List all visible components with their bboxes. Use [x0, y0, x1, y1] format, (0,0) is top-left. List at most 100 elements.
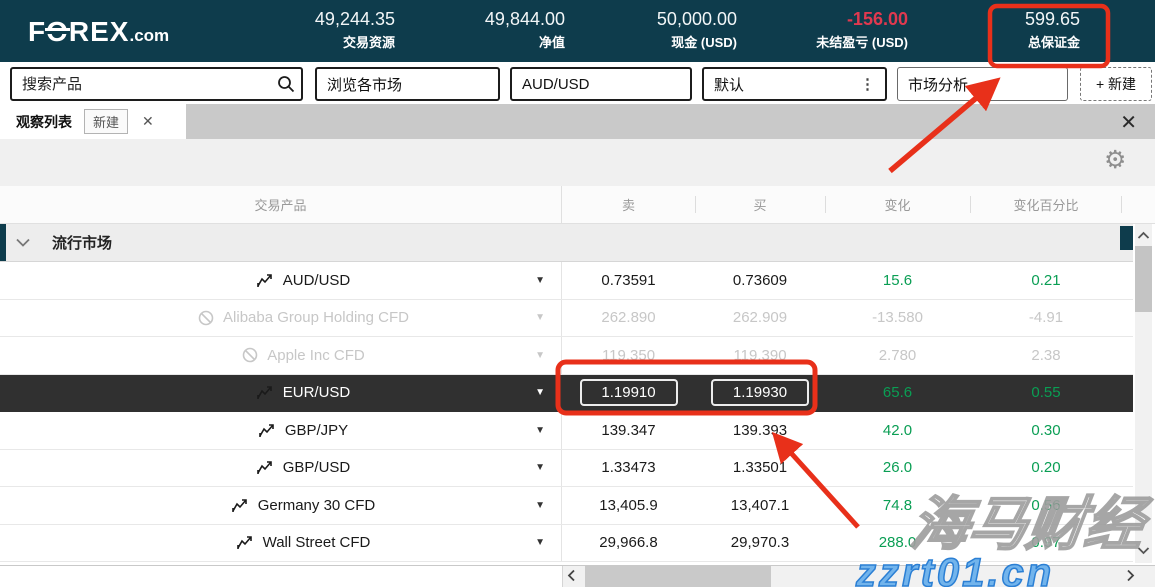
- watchlist-settings-bar: ⚙: [0, 139, 1155, 186]
- product-cell[interactable]: GBP/JPY ▼: [0, 412, 562, 449]
- vertical-scrollbar[interactable]: [1135, 224, 1152, 563]
- sell-price[interactable]: 29,966.8: [599, 534, 657, 551]
- buy-price-cell[interactable]: 119.390: [695, 337, 825, 374]
- sell-price[interactable]: 1.33473: [601, 459, 655, 476]
- sell-price-cell[interactable]: 262.890: [562, 300, 695, 337]
- panel-tabstrip: 观察列表 新建 ✕ ✕: [0, 104, 1155, 139]
- buy-price-cell[interactable]: 262.909: [695, 300, 825, 337]
- browse-markets-button[interactable]: 浏览各市场: [315, 67, 500, 101]
- search-icon[interactable]: [271, 75, 301, 93]
- search-input[interactable]: [12, 76, 271, 93]
- table-row-eur-usd[interactable]: EUR/USD ▼ 1.19910 1.19930 65.6 0.55: [0, 375, 1133, 413]
- buy-price[interactable]: 1.33501: [733, 459, 787, 476]
- group-accent-stripe: [0, 224, 6, 261]
- dropdown-caret-icon[interactable]: ▼: [535, 387, 545, 398]
- sell-price-cell[interactable]: 0.73591: [562, 262, 695, 299]
- buy-price[interactable]: 0.73609: [733, 272, 787, 289]
- sell-price-cell[interactable]: 1.19910: [562, 375, 695, 412]
- sell-price[interactable]: 13,405.9: [599, 497, 657, 514]
- dropdown-caret-icon[interactable]: ▼: [535, 425, 545, 436]
- table-row-aud-usd[interactable]: AUD/USD ▼ 0.73591 0.73609 15.6 0.21: [0, 262, 1133, 300]
- kebab-menu-icon[interactable]: ⋮: [860, 77, 875, 92]
- product-cell[interactable]: Wall Street CFD ▼: [0, 525, 562, 562]
- horizontal-scrollbar-thumb[interactable]: [585, 566, 771, 587]
- product-cell[interactable]: GBP/USD ▼: [0, 450, 562, 487]
- instrument-label: AUD/USD: [522, 76, 590, 93]
- new-workspace-button[interactable]: + 新建: [1080, 67, 1152, 101]
- tab-close-icon[interactable]: ✕: [142, 113, 154, 130]
- account-header: FOREX.com 49,244.35 交易资源 49,844.00 净值 50…: [0, 0, 1155, 62]
- buy-price[interactable]: 262.909: [733, 309, 787, 326]
- chevron-down-icon[interactable]: [16, 238, 30, 247]
- buy-price-cell[interactable]: 13,407.1: [695, 487, 825, 524]
- sell-price-cell[interactable]: 119.350: [562, 337, 695, 374]
- sell-price-cell[interactable]: 1.33473: [562, 450, 695, 487]
- scroll-up-icon[interactable]: [1137, 227, 1150, 245]
- sell-price[interactable]: 1.19910: [580, 379, 678, 406]
- sell-price[interactable]: 119.350: [602, 347, 655, 364]
- dropdown-caret-icon[interactable]: ▼: [535, 275, 545, 286]
- change-value: 74.8: [883, 497, 912, 514]
- gear-icon[interactable]: ⚙: [1104, 145, 1126, 175]
- trading-platform-window: FOREX.com 49,244.35 交易资源 49,844.00 净值 50…: [0, 0, 1155, 587]
- no-trading-icon: [198, 310, 214, 326]
- scroll-left-icon[interactable]: [567, 569, 576, 587]
- sell-price[interactable]: 0.73591: [601, 272, 655, 289]
- sell-price[interactable]: 262.890: [601, 309, 655, 326]
- scroll-down-icon[interactable]: [1137, 542, 1150, 560]
- table-row-gbp-jpy[interactable]: GBP/JPY ▼ 139.347 139.393 42.0 0.30: [0, 412, 1133, 450]
- buy-price-cell[interactable]: 1.33501: [695, 450, 825, 487]
- scroll-right-icon[interactable]: [1126, 569, 1135, 587]
- sell-price-cell[interactable]: 13,405.9: [562, 487, 695, 524]
- table-row-germany-30-cfd[interactable]: Germany 30 CFD ▼ 13,405.9 13,407.1 74.8 …: [0, 487, 1133, 525]
- stat-label: 净值: [395, 32, 565, 51]
- layout-select[interactable]: 默认 ⋮: [702, 67, 887, 101]
- sell-price-cell[interactable]: 139.347: [562, 412, 695, 449]
- buy-price[interactable]: 139.393: [733, 422, 787, 439]
- dropdown-caret-icon[interactable]: ▼: [535, 350, 545, 361]
- dropdown-caret-icon[interactable]: ▼: [535, 312, 545, 323]
- table-row-apple-inc-cfd[interactable]: Apple Inc CFD ▼ 119.350 119.390 2.780 2.…: [0, 337, 1133, 375]
- sell-price-cell[interactable]: 29,966.8: [562, 525, 695, 562]
- instrument-tab-audusd[interactable]: AUD/USD: [510, 67, 692, 101]
- table-row-wall-street-cfd[interactable]: Wall Street CFD ▼ 29,966.8 29,970.3 288.…: [0, 525, 1133, 563]
- change-pct-cell: 0.55: [970, 375, 1122, 412]
- sell-price[interactable]: 139.347: [601, 422, 655, 439]
- dropdown-caret-icon[interactable]: ▼: [535, 537, 545, 548]
- table-row-gbp-usd[interactable]: GBP/USD ▼ 1.33473 1.33501 26.0 0.20: [0, 450, 1133, 488]
- product-cell[interactable]: AUD/USD ▼: [0, 262, 562, 299]
- forex-logo: FOREX.com: [28, 16, 169, 48]
- change-cell: 42.0: [825, 412, 970, 449]
- product-cell[interactable]: Apple Inc CFD ▼: [0, 337, 562, 374]
- product-cell[interactable]: EUR/USD ▼: [0, 375, 562, 412]
- change-pct-value: 0.56: [1031, 497, 1060, 514]
- product-name: EUR/USD: [283, 384, 351, 401]
- change-pct-cell: 0.30: [970, 412, 1122, 449]
- change-pct-cell: 0.21: [970, 262, 1122, 299]
- stat-value: 50,000.00: [567, 9, 737, 30]
- group-row-popular-markets[interactable]: 流行市场: [0, 224, 1133, 262]
- product-cell[interactable]: Alibaba Group Holding CFD ▼: [0, 300, 562, 337]
- horizontal-scrollbar[interactable]: [562, 566, 1155, 587]
- tab-watchlist[interactable]: 观察列表 新建 ✕: [0, 104, 186, 139]
- product-cell[interactable]: Germany 30 CFD ▼: [0, 487, 562, 524]
- watchlist-new-chip[interactable]: 新建: [84, 109, 128, 134]
- buy-price[interactable]: 13,407.1: [731, 497, 789, 514]
- search-box[interactable]: [10, 67, 303, 101]
- buy-price[interactable]: 1.19930: [711, 379, 809, 406]
- buy-price-cell[interactable]: 29,970.3: [695, 525, 825, 562]
- watchlist-rows: AUD/USD ▼ 0.73591 0.73609 15.6 0.21 Alib…: [0, 262, 1133, 563]
- buy-price-cell[interactable]: 139.393: [695, 412, 825, 449]
- column-header-product: 交易产品: [0, 186, 562, 223]
- product-name: Alibaba Group Holding CFD: [223, 309, 409, 326]
- buy-price-cell[interactable]: 1.19930: [695, 375, 825, 412]
- table-row-alibaba-group-holding-cfd[interactable]: Alibaba Group Holding CFD ▼ 262.890 262.…: [0, 300, 1133, 338]
- dropdown-caret-icon[interactable]: ▼: [535, 462, 545, 473]
- buy-price-cell[interactable]: 0.73609: [695, 262, 825, 299]
- buy-price[interactable]: 119.390: [733, 347, 786, 364]
- panel-close-icon[interactable]: ✕: [1120, 110, 1137, 135]
- buy-price[interactable]: 29,970.3: [731, 534, 789, 551]
- market-analysis-button[interactable]: 市场分析: [897, 67, 1068, 101]
- dropdown-caret-icon[interactable]: ▼: [535, 500, 545, 511]
- vertical-scrollbar-thumb[interactable]: [1135, 246, 1152, 312]
